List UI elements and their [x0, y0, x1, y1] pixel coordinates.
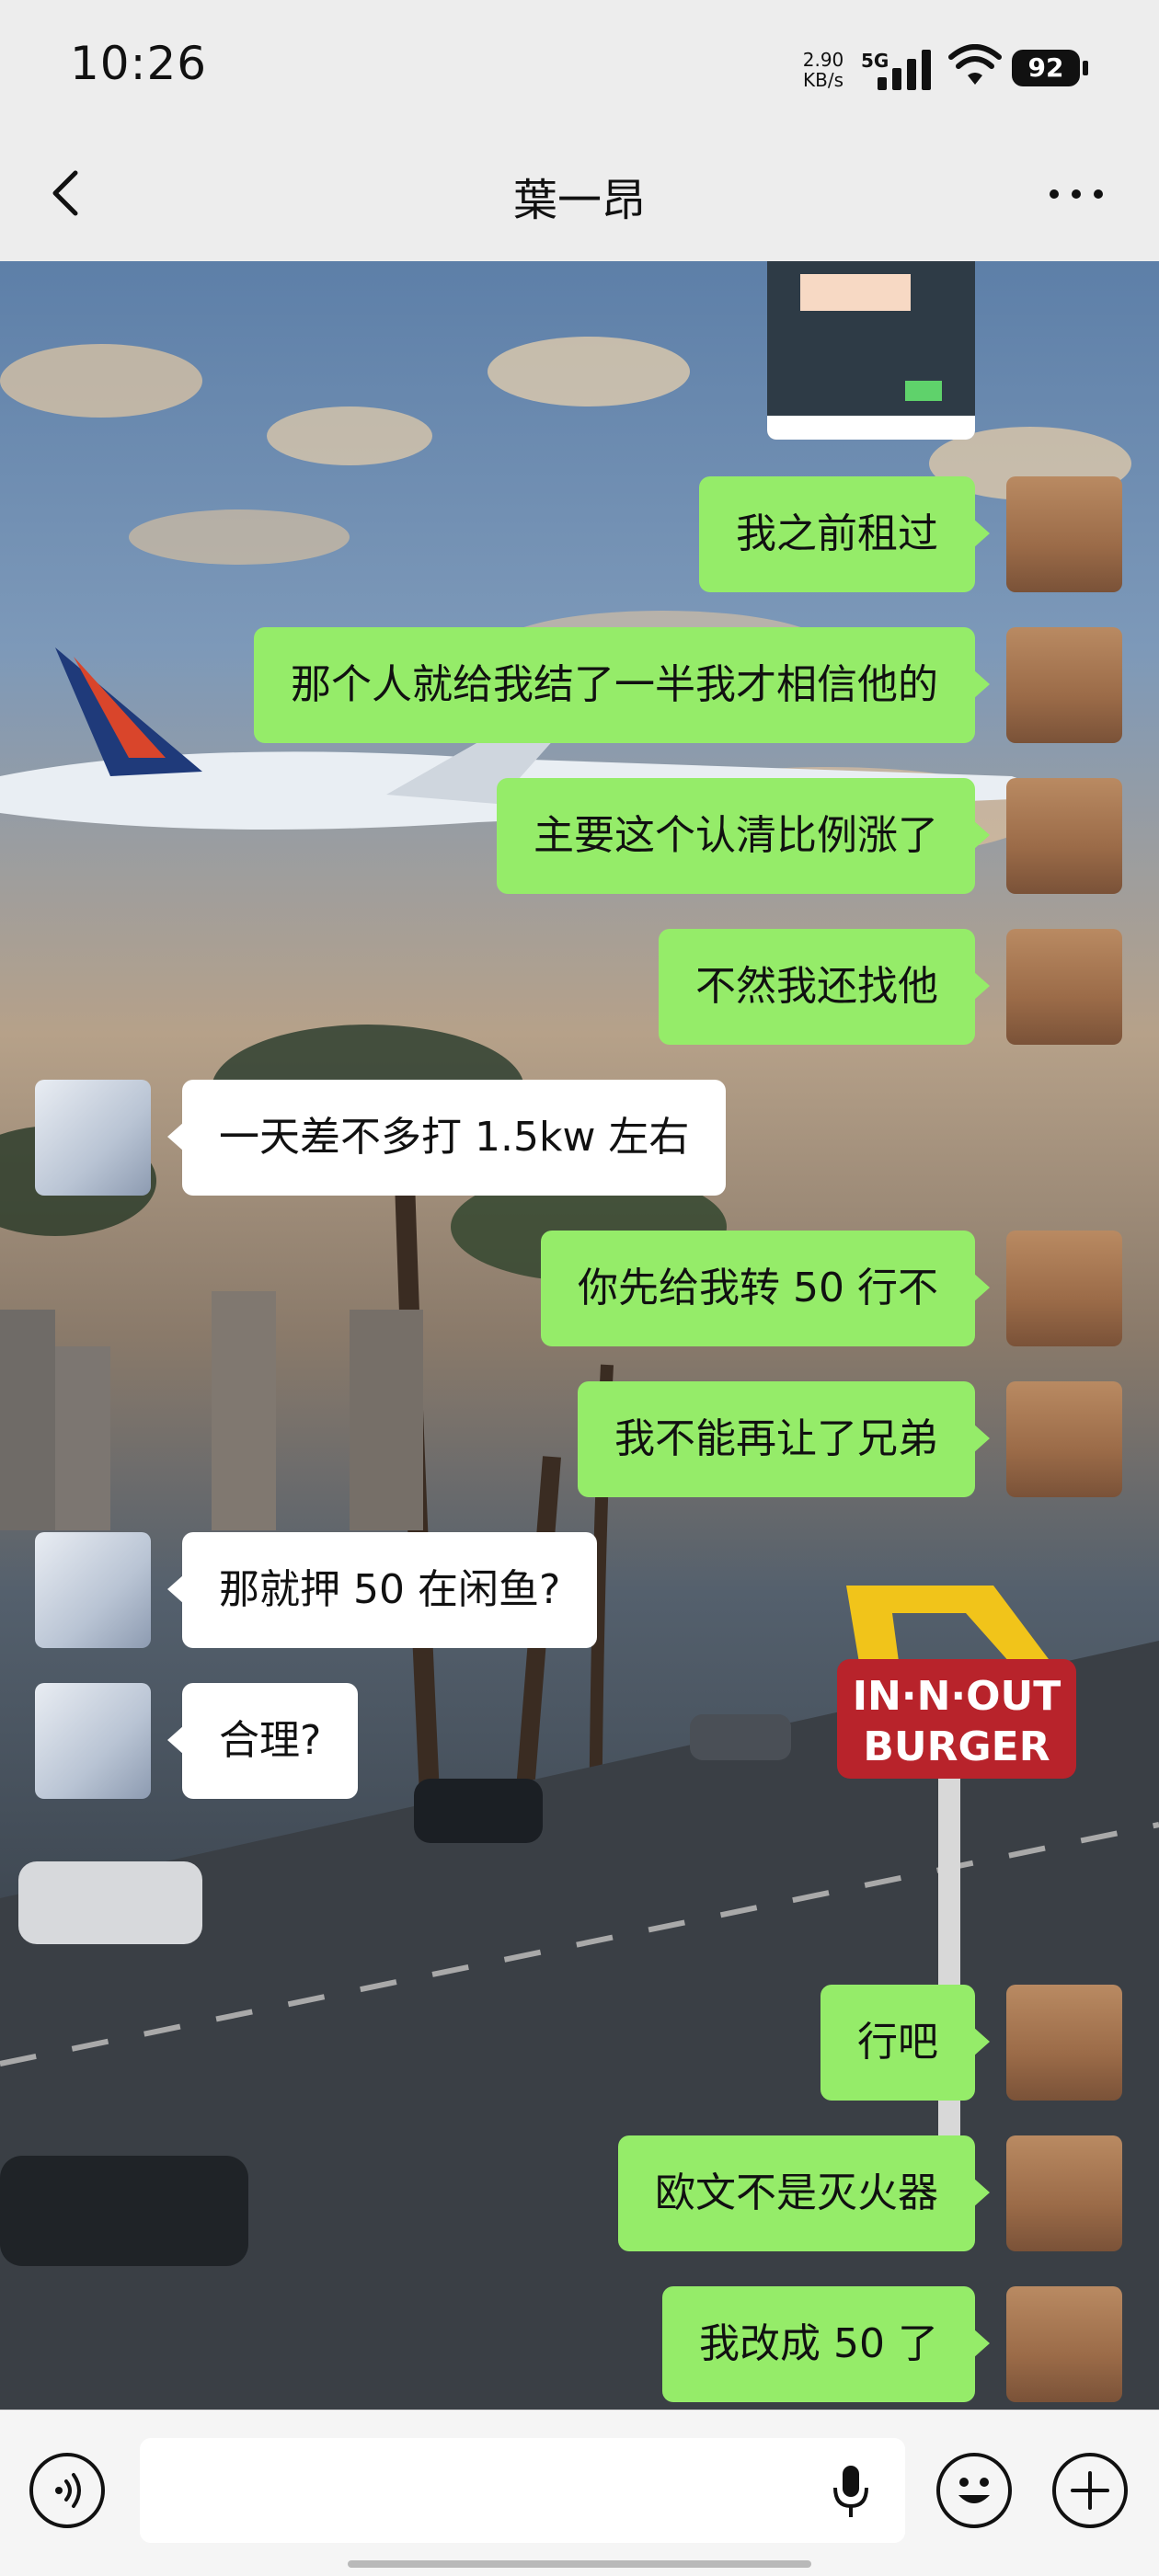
image-thumb-detail: [905, 381, 942, 401]
network-speed-unit: KB/s: [803, 69, 843, 91]
message-row: 那个人就给我结了一半我才相信他的: [0, 627, 1159, 743]
sent-message-bubble[interactable]: 那个人就给我结了一半我才相信他的: [254, 627, 990, 743]
message-row: 我之前租过: [0, 476, 1159, 592]
my-avatar[interactable]: [1006, 627, 1122, 743]
signal-icon: [872, 46, 933, 90]
sent-message-bubble[interactable]: 你先给我转 50 行不: [541, 1231, 990, 1346]
home-indicator: [348, 2560, 811, 2568]
sent-message-bubble[interactable]: 我不能再让了兄弟: [578, 1381, 990, 1497]
image-message[interactable]: [767, 261, 975, 440]
sent-message-bubble[interactable]: 不然我还找他: [659, 929, 990, 1045]
message-row: 合理?: [0, 1683, 1159, 1799]
my-avatar[interactable]: [1006, 476, 1122, 592]
message-row: 我不能再让了兄弟: [0, 1381, 1159, 1497]
my-avatar[interactable]: [1006, 929, 1122, 1045]
status-time: 10:26: [70, 37, 208, 90]
sent-message-bubble[interactable]: 行吧: [820, 1985, 990, 2101]
page-title: 葉一昂: [512, 175, 646, 226]
battery-tip: [1083, 61, 1088, 75]
my-avatar[interactable]: [1006, 1381, 1122, 1497]
sent-message-bubble[interactable]: 主要这个认清比例涨了: [497, 778, 990, 894]
plus-icon[interactable]: [1052, 2453, 1128, 2528]
network-speed: 2.90 KB/s: [798, 50, 848, 90]
message-row: 主要这个认清比例涨了: [0, 778, 1159, 894]
network-speed-value: 2.90: [802, 49, 844, 71]
message-input[interactable]: [140, 2438, 905, 2543]
message-row: 行吧: [0, 1985, 1159, 2101]
received-message-bubble[interactable]: 合理?: [166, 1683, 359, 1799]
voice-icon[interactable]: [29, 2453, 105, 2528]
my-avatar[interactable]: [1006, 2135, 1122, 2251]
message-row: 不然我还找他: [0, 929, 1159, 1045]
battery-icon: 92: [1012, 50, 1080, 86]
message-row: 一天差不多打 1.5kw 左右: [0, 1080, 1159, 1196]
more-dots-icon[interactable]: [1039, 171, 1113, 217]
message-row: 你先给我转 50 行不: [0, 1231, 1159, 1346]
chat-header: 葉一昂: [0, 129, 1159, 262]
wifi-icon: [948, 44, 1002, 85]
contact-avatar[interactable]: [35, 1080, 151, 1196]
my-avatar[interactable]: [1006, 2286, 1122, 2402]
message-row: 欧文不是灭火器: [0, 2135, 1159, 2251]
my-avatar[interactable]: [1006, 1231, 1122, 1346]
sent-message-bubble[interactable]: 我之前租过: [699, 476, 990, 592]
input-bar: [0, 2410, 1159, 2576]
status-bar: 10:26 2.90 KB/s 5G 92: [0, 0, 1159, 129]
sent-message-bubble[interactable]: 欧文不是灭火器: [618, 2135, 990, 2251]
my-avatar[interactable]: [1006, 1985, 1122, 2101]
message-row: 我改成 50 了: [0, 2286, 1159, 2402]
contact-avatar[interactable]: [35, 1683, 151, 1799]
my-avatar[interactable]: [1006, 778, 1122, 894]
received-message-bubble[interactable]: 那就押 50 在闲鱼?: [166, 1532, 598, 1648]
message-row: 那就押 50 在闲鱼?: [0, 1532, 1159, 1648]
microphone-icon[interactable]: [828, 2462, 874, 2521]
emoji-icon[interactable]: [936, 2453, 1012, 2528]
contact-avatar[interactable]: [35, 1532, 151, 1648]
received-message-bubble[interactable]: 一天差不多打 1.5kw 左右: [166, 1080, 727, 1196]
chat-area[interactable]: IN·N·OUT BURGER 我之前租过 那个人就给我结了一半我才相信他的 主要这…: [0, 261, 1159, 2410]
sent-message-bubble[interactable]: 我改成 50 了: [662, 2286, 990, 2402]
image-caption-bar: [767, 416, 975, 440]
image-thumb-detail: [800, 274, 911, 311]
